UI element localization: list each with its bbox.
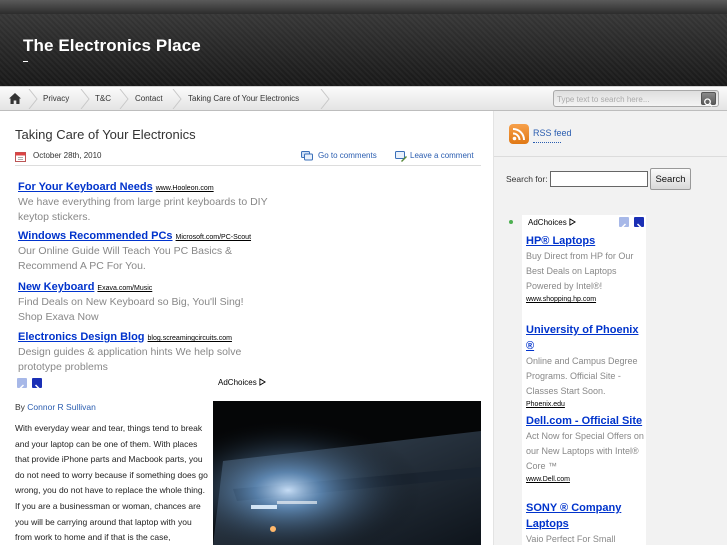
sidebar-separator xyxy=(494,156,727,157)
ad-description: We have everything from large print keyb… xyxy=(18,196,268,223)
go-to-comments-link[interactable]: Go to comments xyxy=(318,151,377,160)
sidebar-ad-url[interactable]: www.Dell.com xyxy=(526,474,648,485)
byline: By Connor R Sullivan xyxy=(15,402,96,412)
nav-search-box xyxy=(553,90,719,107)
calendar-icon xyxy=(15,152,26,162)
post-title: Taking Care of Your Electronics xyxy=(15,127,196,142)
sidebar-ad-title[interactable]: HP® Laptops xyxy=(526,233,648,249)
sidebar-ad-description: Act Now for Special Offers on our New La… xyxy=(526,431,644,471)
ad-url[interactable]: Exava.com/Music xyxy=(97,285,152,292)
ad-title[interactable]: New Keyboard xyxy=(18,281,94,293)
rss-symbol-icon xyxy=(512,128,525,141)
search-label: Search for: xyxy=(506,174,548,184)
sidebar-search-input[interactable] xyxy=(550,171,648,187)
rss-feed-link[interactable]: RSS feed xyxy=(533,128,572,138)
sidebar-ad-title[interactable]: Dell.com - Official Site xyxy=(526,413,648,429)
ad-title[interactable]: For Your Keyboard Needs xyxy=(18,181,153,193)
byline-prefix: By xyxy=(15,402,25,412)
ad-next-button[interactable] xyxy=(32,378,42,392)
sidebar-divider xyxy=(493,111,494,545)
sidebar-ad-description: Buy Direct from HP for Our Best Deals on… xyxy=(526,251,634,291)
ad-title[interactable]: Windows Recommended PCs xyxy=(18,230,173,242)
ad-unit: For Your Keyboard Needs www.Hooleon.com W… xyxy=(18,175,268,225)
nav-separator-icon xyxy=(80,89,90,109)
site-title-underline xyxy=(23,61,28,62)
ad-url[interactable]: www.Hooleon.com xyxy=(156,185,214,192)
nav-search-input[interactable] xyxy=(557,93,697,105)
nav-separator-icon xyxy=(119,89,129,109)
sidebar-ad-prev-button[interactable] xyxy=(619,217,629,231)
sidebar-ad-unit: SONY ® Company Laptops Vaio Perfect For … xyxy=(526,500,648,545)
rss-underline xyxy=(533,142,561,143)
comments-icon xyxy=(301,151,313,161)
post-body: With everyday wear and tear, things tend… xyxy=(15,423,208,543)
post-date: October 28th, 2010 xyxy=(33,151,102,160)
nav-item-privacy[interactable]: Privacy xyxy=(43,87,69,111)
leave-comment-link[interactable]: Leave a comment xyxy=(410,151,474,160)
search-button[interactable]: Search xyxy=(650,168,691,190)
nav-separator-icon xyxy=(172,89,182,109)
adchoices-link[interactable]: AdChoices xyxy=(218,378,266,387)
ad-title[interactable]: Electronics Design Blog xyxy=(18,331,145,343)
rss-icon[interactable] xyxy=(509,124,529,144)
ad-url[interactable]: Microsoft.com/PC-Scout xyxy=(176,234,251,241)
site-title[interactable]: The Electronics Place xyxy=(23,36,201,56)
nav-separator-icon xyxy=(320,89,330,109)
leave-comment-icon xyxy=(395,151,407,162)
ad-description: Our Online Guide Will Teach You PC Basic… xyxy=(18,245,232,272)
chevron-left-icon xyxy=(19,384,25,392)
ad-description: Design guides & application hints We hel… xyxy=(18,346,242,373)
sidebar-ad-title[interactable]: University of Phoenix ® xyxy=(526,322,648,354)
bullet-icon xyxy=(509,220,513,224)
ad-url[interactable]: blog.screamingcircuits.com xyxy=(148,335,232,342)
chevron-right-icon xyxy=(34,384,40,392)
chevron-right-icon xyxy=(636,223,642,231)
nav-item-current-page[interactable]: Taking Care of Your Electronics xyxy=(188,87,299,111)
sidebar-ad-title[interactable]: SONY ® Company Laptops xyxy=(526,500,648,532)
post-image xyxy=(213,401,481,545)
post-meta: October 28th, 2010 Go to comments Leave … xyxy=(15,150,481,166)
author-link[interactable]: Connor R Sullivan xyxy=(27,402,96,412)
nav-search-button[interactable] xyxy=(701,92,716,107)
adchoices-icon xyxy=(569,218,576,226)
chevron-left-icon xyxy=(621,223,627,231)
adchoices-label: AdChoices xyxy=(528,218,567,227)
header-top-strip xyxy=(0,0,727,14)
nav-item-tc[interactable]: T&C xyxy=(95,87,111,111)
sidebar-ad-unit: HP® Laptops Buy Direct from HP for Our B… xyxy=(526,233,648,305)
sidebar-ad-url[interactable]: Phoenix.edu xyxy=(526,399,648,410)
sidebar-adchoices-link[interactable]: AdChoices xyxy=(528,218,576,227)
sidebar-ad-unit: Dell.com - Official Site Act Now for Spe… xyxy=(526,413,648,485)
site-header: The Electronics Place xyxy=(0,0,727,86)
ad-unit: New Keyboard Exava.com/Music Find Deals o… xyxy=(18,275,268,325)
sidebar-ad-description: Vaio Perfect For Small xyxy=(526,534,616,544)
ad-unit: Electronics Design Blog blog.screamingcir… xyxy=(18,325,268,375)
sidebar-ad-url[interactable]: www.shopping.hp.com xyxy=(526,294,648,305)
sidebar-ad-unit: University of Phoenix ® Online and Campu… xyxy=(526,322,648,410)
adchoices-label: AdChoices xyxy=(218,378,257,387)
home-icon[interactable] xyxy=(9,93,21,104)
nav-item-contact[interactable]: Contact xyxy=(135,87,163,111)
ad-description: Find Deals on New Keyboard so Big, You'l… xyxy=(18,296,244,323)
nav-separator-icon xyxy=(28,89,38,109)
sidebar-ad-description: Online and Campus Degree Programs. Offic… xyxy=(526,356,638,396)
ad-prev-button[interactable] xyxy=(17,378,27,392)
ad-unit: Windows Recommended PCs Microsoft.com/PC-… xyxy=(18,224,268,274)
adchoices-icon xyxy=(259,378,266,386)
sidebar-ad-next-button[interactable] xyxy=(634,217,644,231)
magnifier-icon xyxy=(704,98,713,107)
nav-bar: Privacy T&C Contact Taking Care of Your … xyxy=(0,86,727,111)
